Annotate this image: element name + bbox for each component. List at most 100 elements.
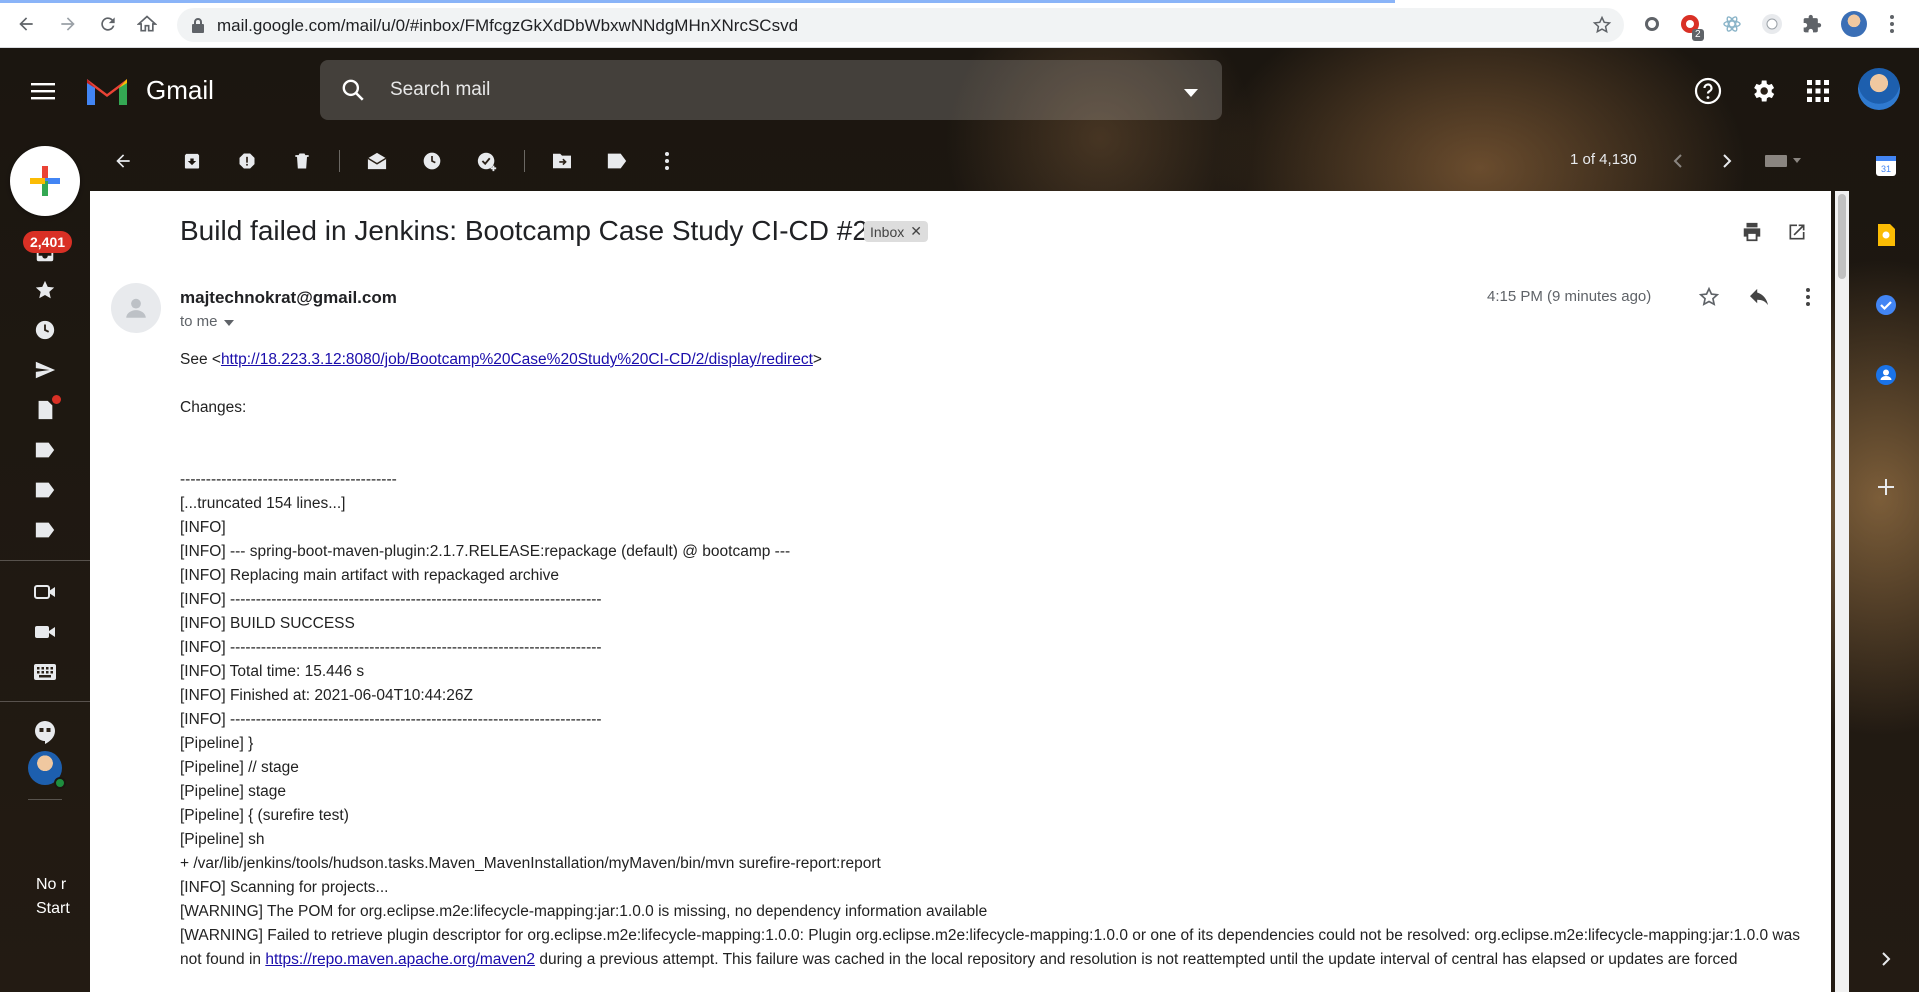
- input-tools-keyboard-icon[interactable]: [1763, 148, 1803, 174]
- browser-profile-avatar[interactable]: [1841, 11, 1867, 37]
- toolbar-divider: [524, 150, 525, 172]
- person-icon: [126, 298, 146, 318]
- starred-icon[interactable]: [32, 277, 58, 303]
- scrollbar-thumb[interactable]: [1838, 194, 1846, 279]
- gmail-logo-icon[interactable]: [84, 73, 130, 107]
- extension-atom-icon[interactable]: [1720, 12, 1744, 36]
- compose-button[interactable]: [10, 146, 80, 216]
- see-suffix: >: [812, 351, 822, 368]
- bookmark-star-icon[interactable]: [1592, 15, 1612, 40]
- google-contacts-icon[interactable]: [1870, 359, 1902, 391]
- move-to-icon[interactable]: [549, 148, 575, 174]
- google-calendar-icon[interactable]: 31: [1870, 150, 1902, 182]
- reply-icon[interactable]: [1746, 284, 1772, 310]
- show-side-panel-chevron-icon[interactable]: [1870, 943, 1902, 975]
- archive-icon[interactable]: [179, 148, 205, 174]
- open-in-new-window-icon[interactable]: [1784, 219, 1810, 245]
- message-more-options-icon[interactable]: [1795, 284, 1821, 310]
- google-keep-icon[interactable]: [1870, 219, 1902, 251]
- browser-toolbar: mail.google.com/mail/u/0/#inbox/FMfcgzGk…: [0, 0, 1919, 48]
- home-icon[interactable]: [135, 12, 159, 36]
- extension-face-icon[interactable]: [1760, 12, 1784, 36]
- see-link-line: See <http://18.223.3.12:8080/job/Bootcam…: [180, 348, 1800, 372]
- remove-label-close-icon[interactable]: ✕: [910, 223, 922, 240]
- message-scrollbar[interactable]: [1835, 191, 1849, 992]
- meet-join-keyboard-icon[interactable]: [32, 659, 58, 685]
- address-bar[interactable]: mail.google.com/mail/u/0/#inbox/FMfcgzGk…: [177, 8, 1624, 42]
- more-options-icon[interactable]: [654, 148, 680, 174]
- sender-avatar[interactable]: [111, 283, 161, 333]
- log-line: [INFO] --- spring-boot-maven-plugin:2.1.…: [180, 543, 791, 560]
- hangouts-start-link[interactable]: Start: [36, 900, 90, 918]
- older-chevron-right-icon[interactable]: [1714, 148, 1740, 174]
- main-menu-icon[interactable]: [30, 78, 56, 104]
- message-body: See <http://18.223.3.12:8080/job/Bootcam…: [180, 348, 1800, 972]
- mark-unread-icon[interactable]: [364, 148, 390, 174]
- warning-text-part2: during a previous attempt. This failure …: [535, 951, 1738, 968]
- page-load-indicator: [0, 0, 1395, 3]
- extension-badge: 2: [1692, 29, 1704, 41]
- search-icon[interactable]: [340, 77, 366, 108]
- print-icon[interactable]: [1739, 219, 1765, 245]
- inbox-label-text: Inbox: [870, 223, 905, 240]
- recipient-details[interactable]: to me: [180, 313, 234, 330]
- log-line: ----------------------------------------…: [180, 471, 397, 488]
- maven-repo-link[interactable]: https://repo.maven.apache.org/maven2: [265, 951, 535, 968]
- google-tasks-icon[interactable]: [1870, 289, 1902, 321]
- search-options-dropdown-icon[interactable]: [1184, 84, 1198, 102]
- help-icon[interactable]: [1693, 76, 1723, 106]
- jenkins-build-link[interactable]: http://18.223.3.12:8080/job/Bootcamp%20C…: [221, 351, 813, 368]
- log-line: + /var/lib/jenkins/tools/hudson.tasks.Ma…: [180, 855, 881, 872]
- hangouts-icon[interactable]: [32, 719, 58, 745]
- star-message-icon[interactable]: [1696, 284, 1722, 310]
- show-details-dropdown-icon[interactable]: [223, 313, 234, 330]
- sender-email[interactable]: majtechnokrat@gmail.com: [180, 288, 397, 308]
- log-line: [INFO] Replacing main artifact with repa…: [180, 567, 560, 584]
- drafts-dot-indicator: [52, 395, 61, 404]
- inbox-unread-count-badge: 2,401: [23, 231, 73, 253]
- label-icon[interactable]: [32, 477, 58, 503]
- delete-trash-icon[interactable]: [289, 148, 315, 174]
- changes-heading: Changes:: [180, 399, 247, 416]
- add-to-tasks-icon[interactable]: [474, 148, 500, 174]
- report-spam-icon[interactable]: [234, 148, 260, 174]
- online-status-indicator: [54, 777, 66, 789]
- reload-icon[interactable]: [96, 12, 120, 36]
- hangouts-empty-text: No r: [36, 876, 67, 893]
- rail-divider: [0, 560, 90, 561]
- sent-icon[interactable]: [32, 357, 58, 383]
- meet-new-meeting-icon[interactable]: [32, 579, 58, 605]
- url-text[interactable]: mail.google.com/mail/u/0/#inbox/FMfcgzGk…: [217, 16, 798, 36]
- account-avatar[interactable]: [1858, 68, 1900, 110]
- log-line: [Pipeline] { (surefire test): [180, 807, 349, 824]
- labels-icon[interactable]: [604, 148, 630, 174]
- log-line: [...truncated 154 lines...]: [180, 495, 346, 512]
- label-icon[interactable]: [32, 437, 58, 463]
- label-icon[interactable]: [32, 517, 58, 543]
- back-to-inbox-icon[interactable]: [110, 148, 136, 174]
- extension-circle-icon[interactable]: [1640, 12, 1664, 36]
- recipient-text: to me: [180, 313, 218, 330]
- log-line: [Pipeline] // stage: [180, 759, 299, 776]
- meet-video-icon[interactable]: [32, 619, 58, 645]
- drafts-icon[interactable]: [32, 395, 61, 423]
- search-input[interactable]: [390, 76, 1090, 104]
- apps-grid-icon[interactable]: [1803, 76, 1833, 106]
- log-line: [INFO] ---------------------------------…: [180, 639, 602, 656]
- extensions-puzzle-icon[interactable]: [1800, 12, 1824, 36]
- snoozed-clock-icon[interactable]: [32, 317, 58, 343]
- log-line: [INFO] Finished at: 2021-06-04T10:44:26Z: [180, 687, 473, 704]
- gmail-wordmark[interactable]: Gmail: [146, 75, 214, 106]
- get-addons-plus-icon[interactable]: [1870, 471, 1902, 503]
- search-bar[interactable]: [320, 60, 1222, 120]
- svg-text:31: 31: [1881, 164, 1891, 174]
- snooze-icon[interactable]: [419, 148, 445, 174]
- log-line: [INFO] Scanning for projects...: [180, 879, 389, 896]
- message-view: Build failed in Jenkins: Bootcamp Case S…: [90, 191, 1831, 992]
- settings-gear-icon[interactable]: [1748, 76, 1778, 106]
- newer-chevron-left-icon[interactable]: [1665, 148, 1691, 174]
- forward-icon[interactable]: [56, 12, 80, 36]
- back-icon[interactable]: [14, 12, 38, 36]
- browser-menu-icon[interactable]: [1880, 12, 1904, 36]
- inbox-label-chip[interactable]: Inbox ✕: [864, 221, 928, 242]
